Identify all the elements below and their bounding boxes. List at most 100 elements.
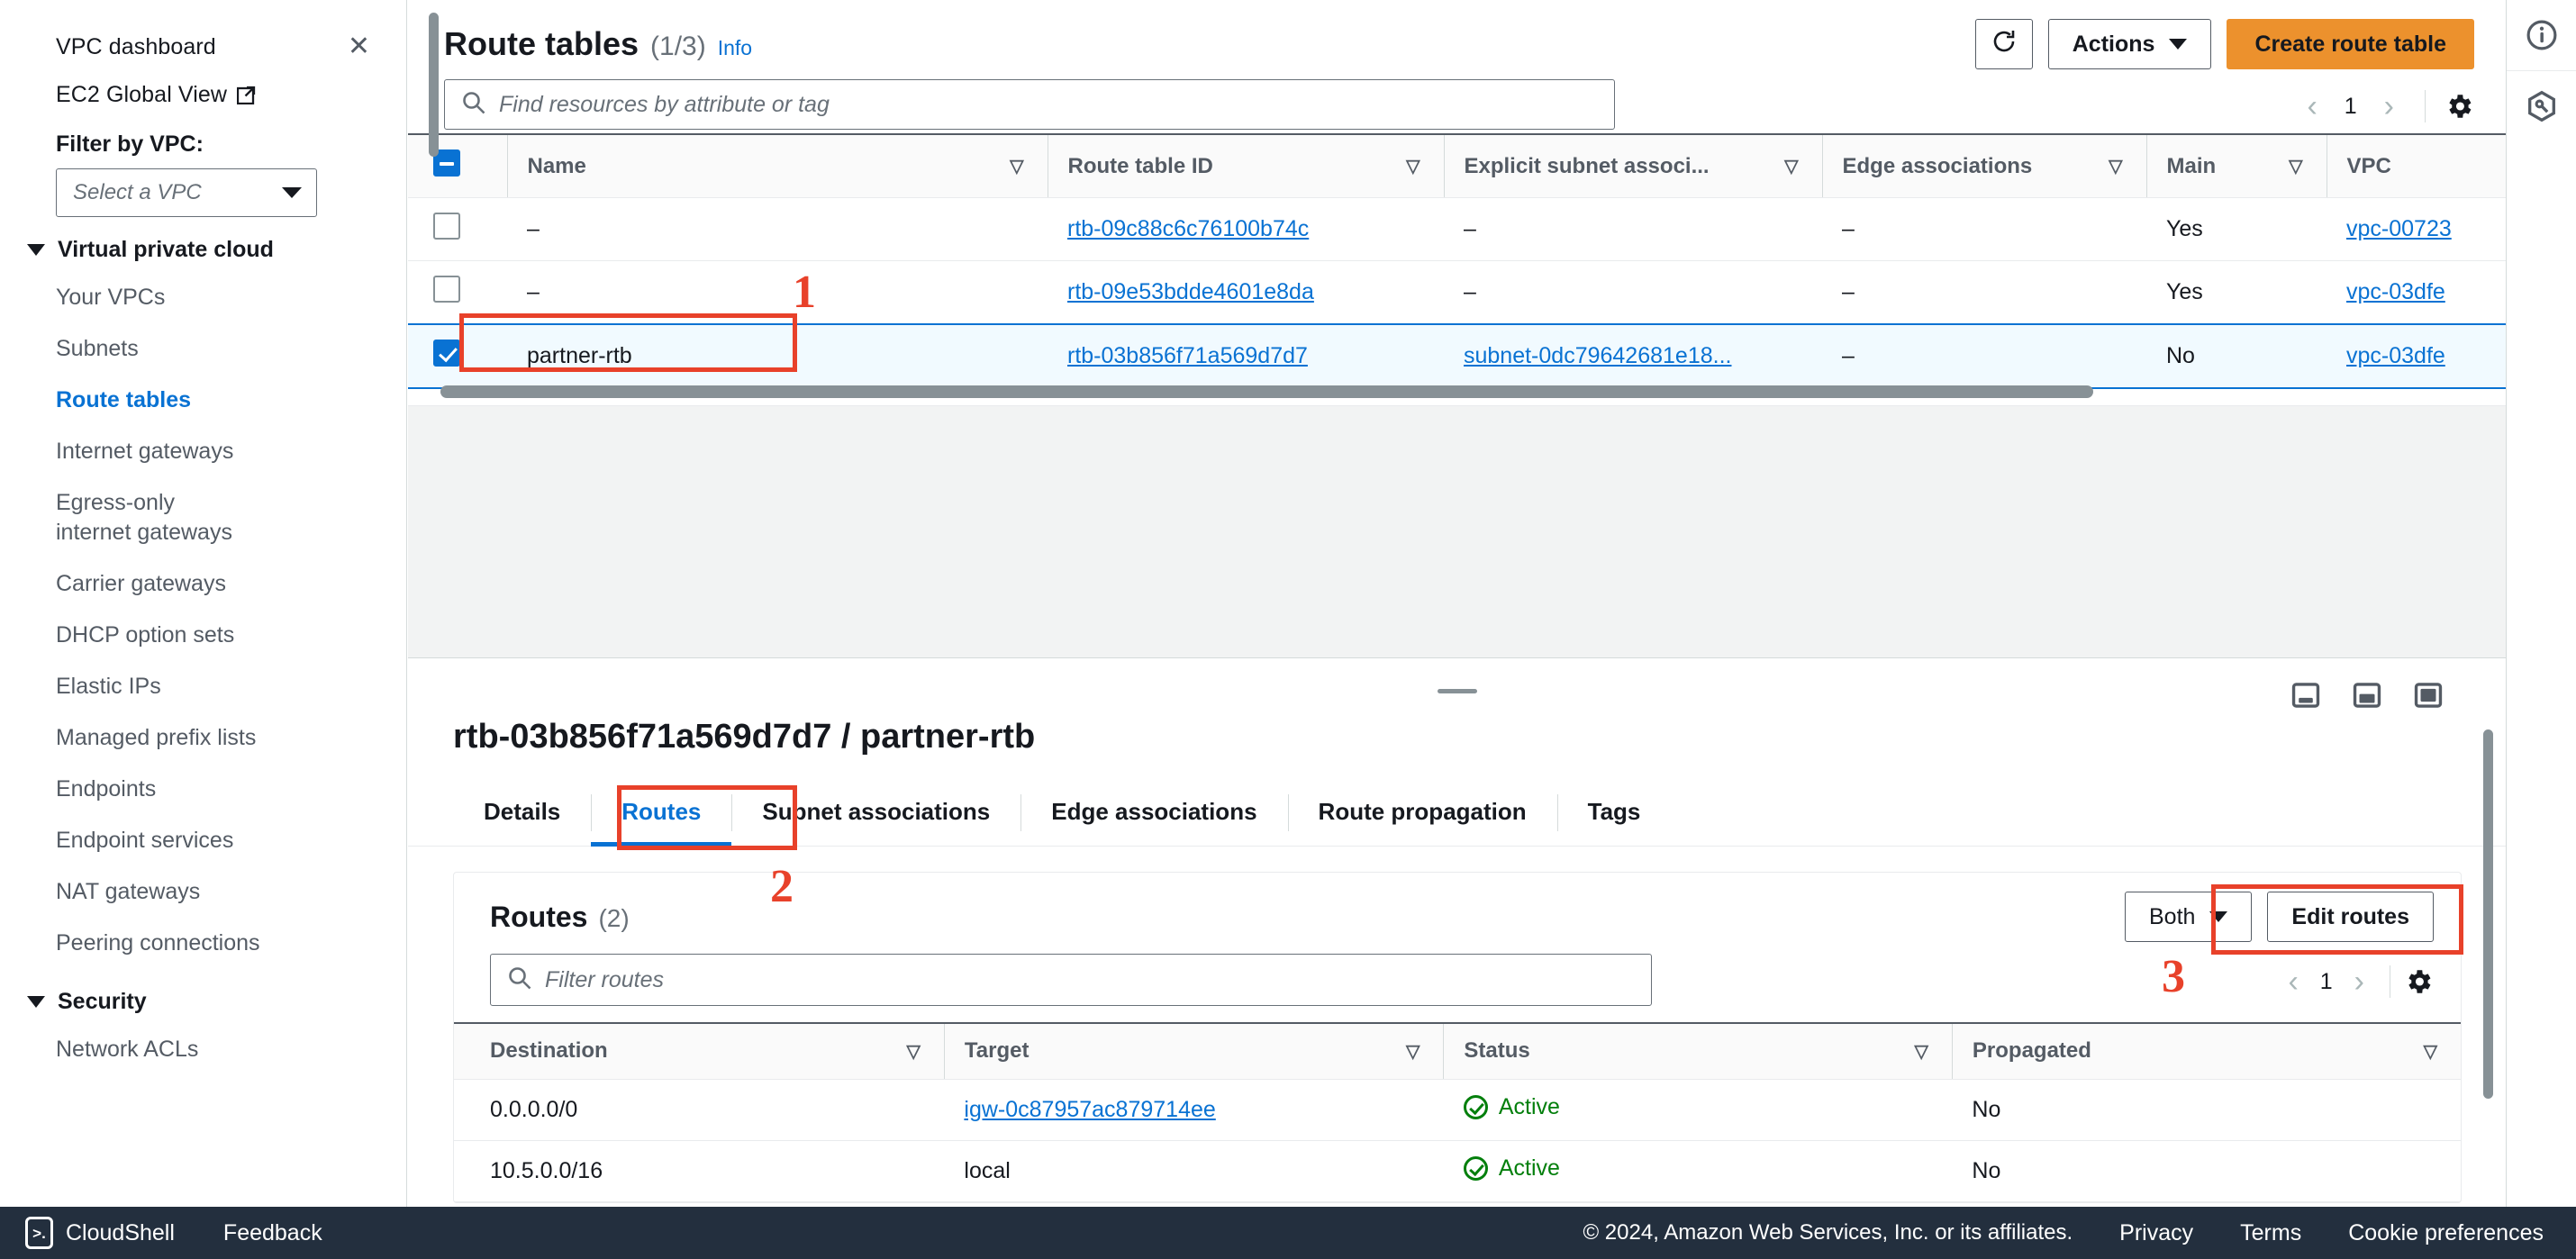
route-table-id-link[interactable]: rtb-09e53bdde4601e8da bbox=[1067, 279, 1314, 304]
sidebar-item-peering-connections[interactable]: Peering connections bbox=[0, 918, 406, 969]
cookie-preferences-link[interactable]: Cookie preferences bbox=[2348, 1220, 2544, 1246]
sort-icon: ▽ bbox=[906, 1041, 921, 1062]
routes-header: Routes (2) Both Edit routes bbox=[454, 873, 2461, 942]
column-header-vpc[interactable]: VPC bbox=[2326, 133, 2507, 198]
sidebar-item-network-acls[interactable]: Network ACLs bbox=[0, 1024, 406, 1075]
collapse-panel-icon[interactable] bbox=[2290, 680, 2321, 711]
chevron-down-icon bbox=[2169, 39, 2188, 50]
tab-subnet-associations[interactable]: Subnet associations bbox=[731, 780, 1020, 846]
tab-details[interactable]: Details bbox=[453, 780, 591, 846]
sidebar-item-managed-prefix-lists[interactable]: Managed prefix lists bbox=[0, 712, 406, 764]
select-all-header bbox=[408, 133, 507, 198]
table-row-selected[interactable]: partner-rtb rtb-03b856f71a569d7d7 subnet… bbox=[408, 323, 2507, 389]
status-label: Active bbox=[1498, 1155, 1560, 1181]
shortcut-icon[interactable] bbox=[2507, 71, 2576, 141]
column-label: Name bbox=[527, 153, 586, 178]
cell-status: Active bbox=[1443, 1140, 1953, 1202]
sort-icon: ▽ bbox=[1406, 157, 1420, 177]
sidebar-item-vpc-dashboard[interactable]: VPC dashboard bbox=[56, 34, 216, 60]
column-header-target[interactable]: Target ▽ bbox=[943, 1022, 1444, 1080]
search-input[interactable]: Find resources by attribute or tag bbox=[444, 79, 1615, 130]
sidebar-item-carrier-gateways[interactable]: Carrier gateways bbox=[0, 558, 406, 610]
sidebar-item-egress-only-internet-gateways[interactable]: Egress-only internet gateways bbox=[0, 477, 270, 558]
privacy-link[interactable]: Privacy bbox=[2119, 1220, 2193, 1246]
table-row[interactable]: – rtb-09e53bdde4601e8da – – Yes vpc-03df… bbox=[408, 260, 2507, 325]
close-icon[interactable]: ✕ bbox=[348, 33, 370, 60]
row-checkbox[interactable] bbox=[433, 276, 460, 303]
chevron-left-icon[interactable]: ‹ bbox=[2275, 966, 2310, 997]
target-link[interactable]: igw-0c87957ac879714ee bbox=[964, 1097, 1215, 1122]
info-link[interactable]: Info bbox=[718, 36, 752, 60]
vpc-filter-select[interactable]: Select a VPC bbox=[56, 168, 317, 217]
sidebar-item-endpoints[interactable]: Endpoints bbox=[0, 764, 406, 815]
horizontal-scrollbar[interactable] bbox=[440, 385, 2093, 398]
column-header-main[interactable]: Main ▽ bbox=[2145, 133, 2327, 198]
tab-tags[interactable]: Tags bbox=[1556, 780, 1672, 846]
column-header-status[interactable]: Status ▽ bbox=[1443, 1022, 1953, 1080]
info-icon[interactable] bbox=[2507, 0, 2576, 70]
column-label: VPC bbox=[2346, 153, 2391, 178]
refresh-button[interactable] bbox=[1974, 19, 2033, 69]
create-route-table-button[interactable]: Create route table bbox=[2227, 19, 2474, 69]
sidebar-item-ec2-global-view[interactable]: EC2 Global View bbox=[56, 82, 257, 108]
divider bbox=[2425, 90, 2426, 122]
table-row[interactable]: – rtb-09c88c6c76100b74c – – Yes vpc-0072… bbox=[408, 197, 2507, 261]
cell-name: partner-rtb bbox=[507, 323, 1048, 389]
main-vertical-scrollbar[interactable] bbox=[429, 13, 439, 157]
page-title: Route tables (1/3) Info bbox=[444, 25, 752, 63]
sidebar-item-nat-gateways[interactable]: NAT gateways bbox=[0, 866, 406, 918]
sidebar-group-security[interactable]: Security bbox=[0, 969, 406, 1024]
actions-button[interactable]: Actions bbox=[2047, 19, 2212, 69]
sidebar-item-internet-gateways[interactable]: Internet gateways bbox=[0, 426, 406, 477]
cell-vpc: vpc-03dfe bbox=[2327, 323, 2507, 389]
gear-icon[interactable] bbox=[2403, 966, 2434, 997]
sidebar-item-elastic-ips[interactable]: Elastic IPs bbox=[0, 661, 406, 712]
vpc-link[interactable]: vpc-00723 bbox=[2346, 216, 2452, 241]
column-header-propagated[interactable]: Propagated ▽ bbox=[1951, 1022, 2461, 1080]
panel-resize-handle[interactable] bbox=[1438, 689, 1477, 693]
column-header-edge-associations[interactable]: Edge associations ▽ bbox=[1821, 133, 2146, 198]
tab-route-propagation[interactable]: Route propagation bbox=[1287, 780, 1557, 846]
vpc-link[interactable]: vpc-03dfe bbox=[2346, 279, 2445, 304]
sort-icon: ▽ bbox=[1010, 157, 1024, 177]
column-header-explicit-subnet-associations[interactable]: Explicit subnet associ... ▽ bbox=[1443, 133, 1822, 198]
tab-edge-associations[interactable]: Edge associations bbox=[1020, 780, 1287, 846]
sidebar-item-subnets[interactable]: Subnets bbox=[0, 323, 406, 375]
row-checkbox[interactable] bbox=[433, 340, 460, 367]
sidebar-group-label: Virtual private cloud bbox=[58, 237, 274, 262]
split-panel-icon[interactable] bbox=[2352, 680, 2382, 711]
sidebar-item-your-vpcs[interactable]: Your VPCs bbox=[0, 272, 406, 323]
cloudshell-button[interactable]: >. CloudShell bbox=[25, 1217, 175, 1249]
chevron-left-icon[interactable]: ‹ bbox=[2294, 91, 2329, 122]
row-checkbox[interactable] bbox=[433, 213, 460, 240]
column-header-name[interactable]: Name ▽ bbox=[506, 133, 1048, 198]
sort-icon: ▽ bbox=[1405, 1041, 1420, 1062]
edit-routes-button[interactable]: Edit routes bbox=[2267, 892, 2434, 942]
column-header-route-table-id[interactable]: Route table ID ▽ bbox=[1047, 133, 1444, 198]
subnet-link[interactable]: subnet-0dc79642681e18... bbox=[1464, 343, 1731, 368]
route-table-id-link[interactable]: rtb-03b856f71a569d7d7 bbox=[1067, 343, 1308, 368]
column-label: Propagated bbox=[1972, 1038, 2091, 1064]
route-table-id-link[interactable]: rtb-09c88c6c76100b74c bbox=[1067, 216, 1309, 241]
sidebar-item-route-tables[interactable]: Route tables bbox=[0, 375, 406, 426]
cell-main: No bbox=[2146, 323, 2327, 389]
chevron-right-icon[interactable]: › bbox=[2372, 91, 2407, 122]
cloudshell-icon: >. bbox=[25, 1217, 53, 1249]
sidebar-item-endpoint-services[interactable]: Endpoint services bbox=[0, 815, 406, 866]
chevron-right-icon[interactable]: › bbox=[2342, 966, 2377, 997]
tab-routes[interactable]: Routes bbox=[591, 780, 732, 847]
route-type-filter-select[interactable]: Both bbox=[2124, 892, 2253, 942]
sidebar-item-dhcp-option-sets[interactable]: DHCP option sets bbox=[0, 610, 406, 661]
column-header-destination[interactable]: Destination ▽ bbox=[454, 1022, 945, 1080]
sidebar-group-virtual-private-cloud[interactable]: Virtual private cloud bbox=[0, 217, 406, 272]
terms-link[interactable]: Terms bbox=[2240, 1220, 2301, 1246]
maximize-panel-icon[interactable] bbox=[2413, 680, 2444, 711]
detail-vertical-scrollbar[interactable] bbox=[2483, 729, 2493, 1099]
routes-title-text: Routes bbox=[490, 900, 588, 933]
routes-table-row: 10.5.0.0/16 local Active No bbox=[454, 1140, 2461, 1202]
vpc-filter-placeholder: Select a VPC bbox=[73, 180, 202, 204]
footer-left: >. CloudShell Feedback bbox=[25, 1217, 322, 1249]
gear-icon[interactable] bbox=[2444, 91, 2474, 122]
feedback-link[interactable]: Feedback bbox=[223, 1220, 322, 1246]
vpc-link[interactable]: vpc-03dfe bbox=[2346, 343, 2445, 368]
